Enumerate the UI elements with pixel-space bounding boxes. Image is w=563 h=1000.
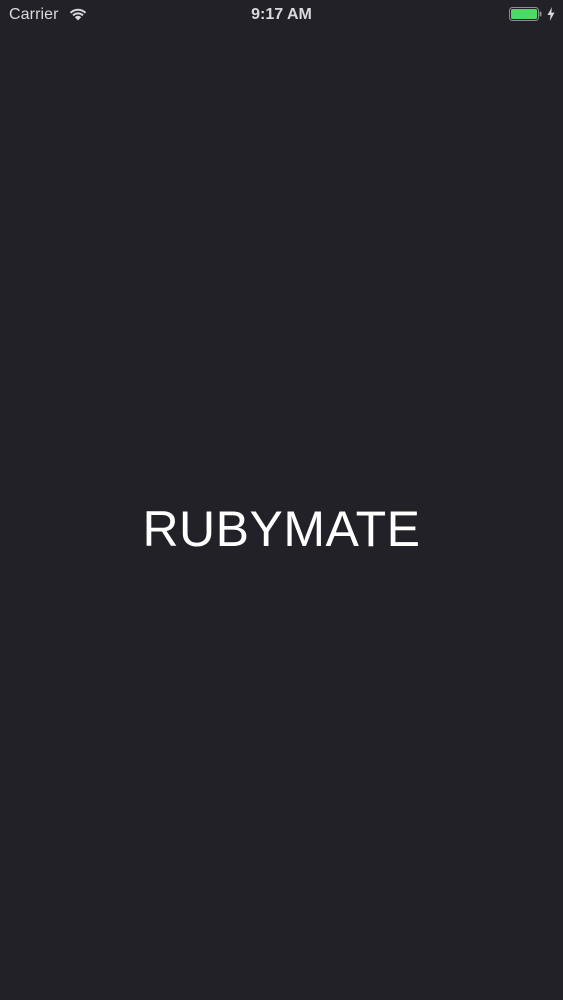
splash-content: RUBYMATE (0, 30, 563, 1000)
app-title: RUBYMATE (142, 501, 421, 557)
charging-bolt-icon (547, 7, 555, 21)
battery-icon (509, 7, 542, 21)
status-time: 9:17 AM (251, 6, 312, 23)
status-bar: Carrier 9:17 AM (0, 0, 563, 30)
splash-screen: Carrier 9:17 AM RUBYMATE (0, 0, 563, 1000)
